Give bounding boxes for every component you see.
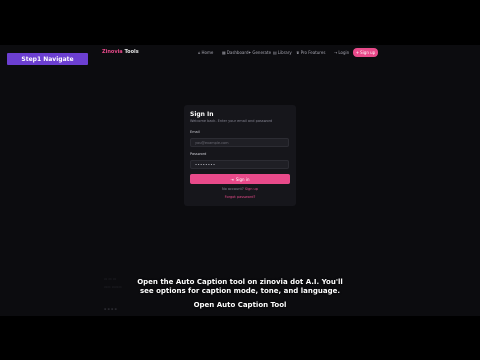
nav-link-label: Dashboard bbox=[226, 50, 249, 55]
signup-label: Sign up bbox=[360, 50, 376, 55]
pro-icon: ♛ bbox=[296, 50, 300, 55]
library-icon: ▤ bbox=[273, 50, 277, 55]
caption-line-1: Open the Auto Caption tool on zinovia do… bbox=[137, 278, 343, 286]
signin-button[interactable]: ⇥ Sign in bbox=[190, 174, 290, 184]
signup-button[interactable]: + Sign up bbox=[353, 48, 378, 57]
nav-link-generate[interactable]: ✦ Generate bbox=[248, 50, 271, 55]
brand-name-part2: Tools bbox=[124, 49, 139, 55]
brand-name-part1: Zinovia bbox=[102, 49, 123, 55]
email-field[interactable]: you@example.com bbox=[190, 138, 289, 147]
password-field[interactable]: •••••••• bbox=[190, 160, 289, 169]
login-label: Login bbox=[338, 50, 350, 55]
brand-logo[interactable]: Zinovia Tools bbox=[102, 49, 139, 55]
login-icon: → bbox=[334, 50, 338, 55]
email-label: Email bbox=[190, 130, 200, 134]
step-title-caption: Open Auto Caption Tool bbox=[193, 301, 287, 309]
dashboard-icon: ▦ bbox=[222, 50, 226, 55]
card-subtitle: Welcome back. Enter your email and passw… bbox=[190, 119, 273, 123]
signup-link[interactable]: Sign up bbox=[245, 187, 258, 191]
nav-link-label: Pro Features bbox=[300, 50, 326, 55]
card-title: Sign In bbox=[190, 111, 214, 118]
user-plus-icon: + bbox=[355, 50, 360, 55]
nav-link-dashboard[interactable]: ▦ Dashboard bbox=[222, 50, 248, 55]
no-account-line: No account? Sign up bbox=[184, 187, 296, 191]
nav-link-home[interactable]: ⌂ Home bbox=[198, 50, 213, 55]
password-label: Password bbox=[190, 152, 207, 156]
login-link[interactable]: → Login bbox=[334, 50, 349, 55]
no-account-text: No account? bbox=[222, 187, 244, 191]
signin-label: Sign in bbox=[235, 176, 250, 182]
caption-line-2: see options for caption mode, tone, and … bbox=[140, 287, 340, 295]
nav-link-library[interactable]: ▤ Library bbox=[273, 50, 292, 55]
forgot-password-link[interactable]: Forgot password? bbox=[184, 195, 296, 199]
nav-link-label: Generate bbox=[252, 50, 272, 55]
signin-icon: ⇥ bbox=[230, 176, 234, 182]
nav-link-pro-features[interactable]: ♛ Pro Features bbox=[296, 50, 325, 55]
step-badge: Step1 Navigate bbox=[7, 53, 88, 65]
nav-link-label: Library bbox=[277, 50, 292, 55]
generate-icon: ✦ bbox=[248, 50, 252, 55]
home-icon: ⌂ bbox=[198, 50, 201, 55]
nav-link-label: Home bbox=[201, 50, 214, 55]
